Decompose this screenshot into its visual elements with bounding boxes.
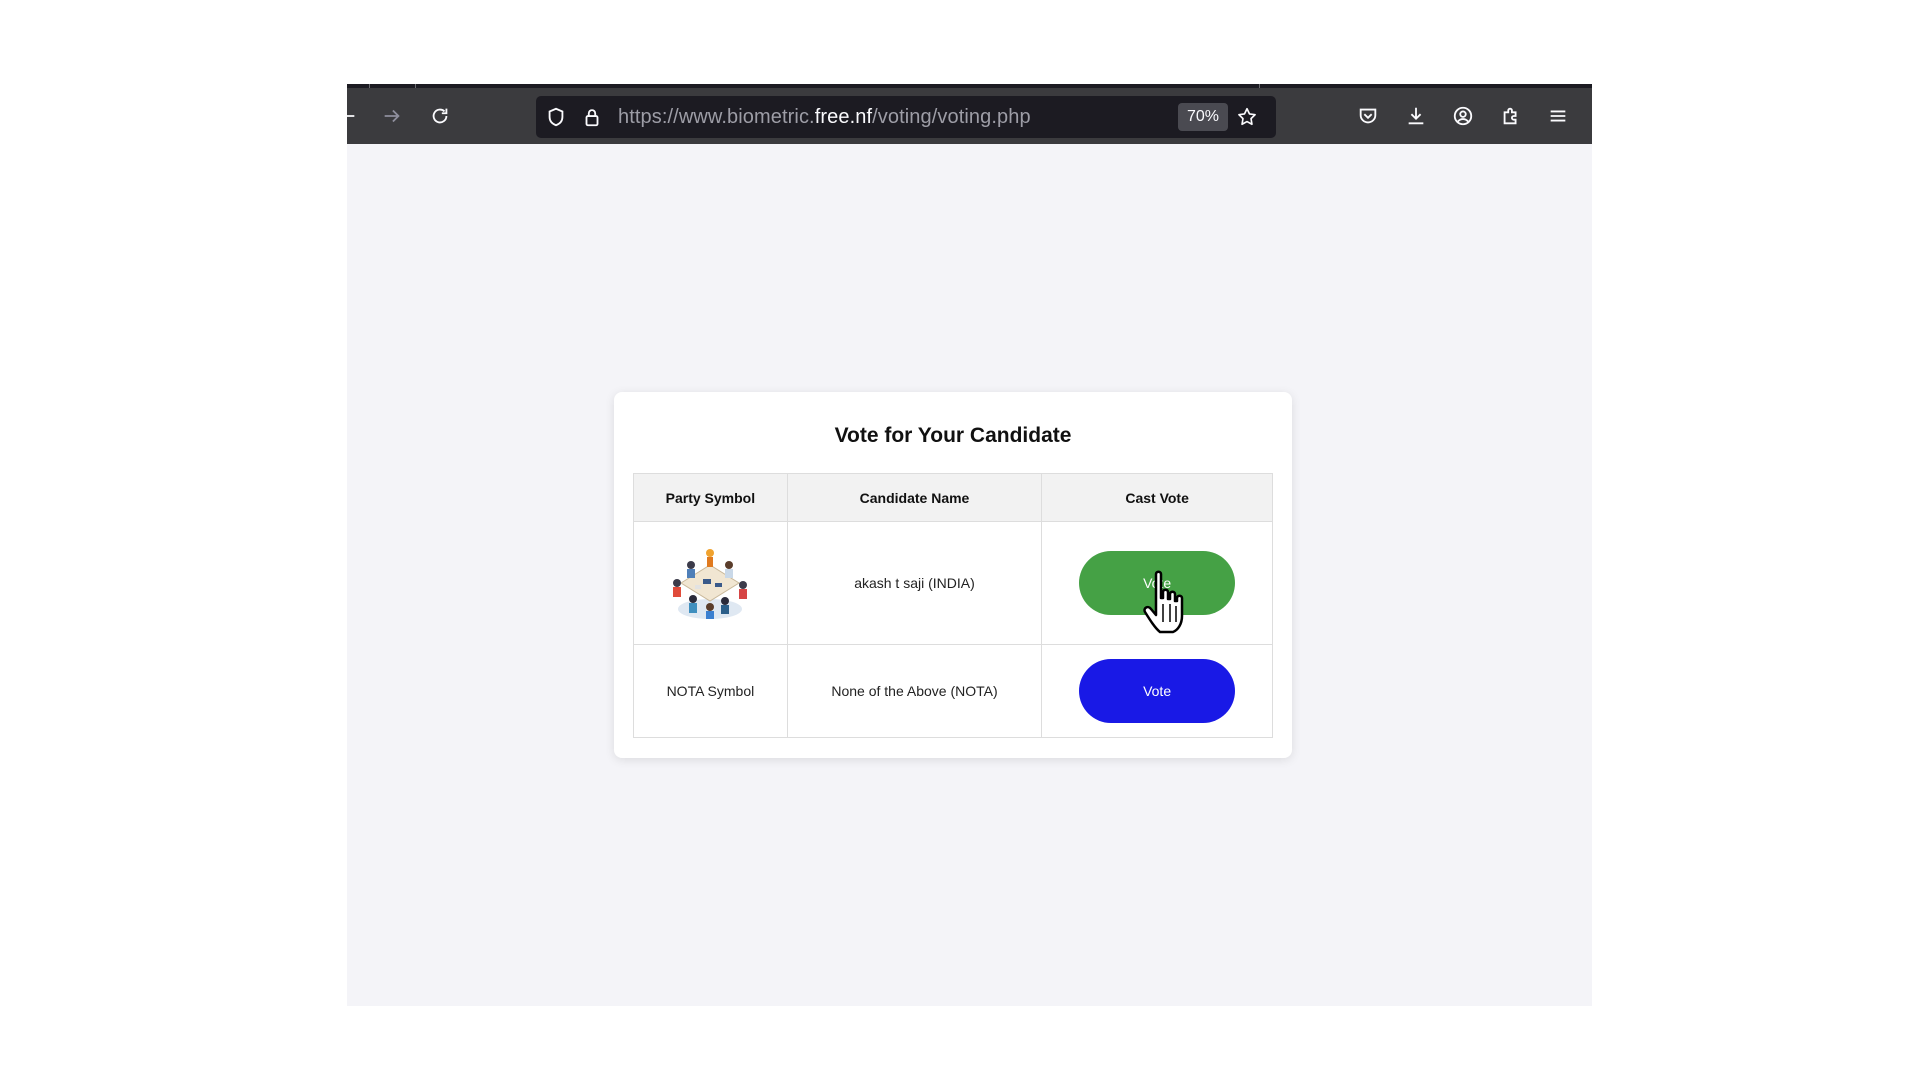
url-text[interactable]: https://www.biometric.free.nf/voting/vot… <box>618 106 1031 129</box>
browser-window: https://www.biometric.free.nf/voting/vot… <box>347 84 1592 1006</box>
reload-icon <box>432 108 448 124</box>
table-row: NOTA Symbol None of the Above (NOTA) Vot… <box>633 644 1273 738</box>
cast-vote-cell: Vote <box>1041 644 1273 738</box>
party-symbol-image <box>673 548 748 619</box>
table-header-row: Party Symbol Candidate Name Cast Vote <box>633 473 1273 522</box>
address-bar[interactable]: https://www.biometric.free.nf/voting/vot… <box>536 96 1276 138</box>
candidate-name-cell: akash t saji (INDIA) <box>786 521 1043 645</box>
vote-button-nota[interactable]: Vote <box>1079 659 1236 723</box>
voting-card: Vote for Your Candidate Party Symbol Can… <box>614 392 1292 758</box>
tracking-shield-icon[interactable] <box>545 106 567 128</box>
bookmark-star-icon[interactable] <box>1236 106 1258 128</box>
header-party-symbol: Party Symbol <box>633 473 788 522</box>
hand-pointer-cursor-icon <box>1143 570 1184 634</box>
back-button[interactable] <box>347 102 361 130</box>
browser-toolbar: https://www.biometric.free.nf/voting/vot… <box>347 84 1592 144</box>
zoom-level-badge[interactable]: 70% <box>1178 103 1229 131</box>
back-arrow-icon <box>347 115 355 117</box>
pocket-button[interactable] <box>1354 102 1382 130</box>
downloads-button[interactable] <box>1402 102 1430 130</box>
lock-icon[interactable] <box>581 106 603 128</box>
party-symbol-cell: NOTA Symbol <box>633 644 788 738</box>
menu-button[interactable] <box>1544 102 1572 130</box>
download-icon <box>1408 107 1424 125</box>
extensions-button[interactable] <box>1497 102 1525 130</box>
header-cast-vote: Cast Vote <box>1041 473 1273 522</box>
page-title: Vote for Your Candidate <box>834 424 1072 447</box>
forward-button[interactable] <box>378 102 406 130</box>
pocket-icon <box>1359 108 1377 124</box>
candidate-name-cell: None of the Above (NOTA) <box>786 644 1043 738</box>
extensions-puzzle-icon <box>1503 107 1517 125</box>
hamburger-menu-icon <box>1550 110 1566 122</box>
account-button[interactable] <box>1449 102 1477 130</box>
forward-arrow-icon <box>384 109 400 123</box>
account-icon <box>1453 106 1473 126</box>
reload-button[interactable] <box>426 102 454 130</box>
header-candidate-name: Candidate Name <box>786 473 1043 522</box>
party-symbol-cell <box>633 521 788 645</box>
